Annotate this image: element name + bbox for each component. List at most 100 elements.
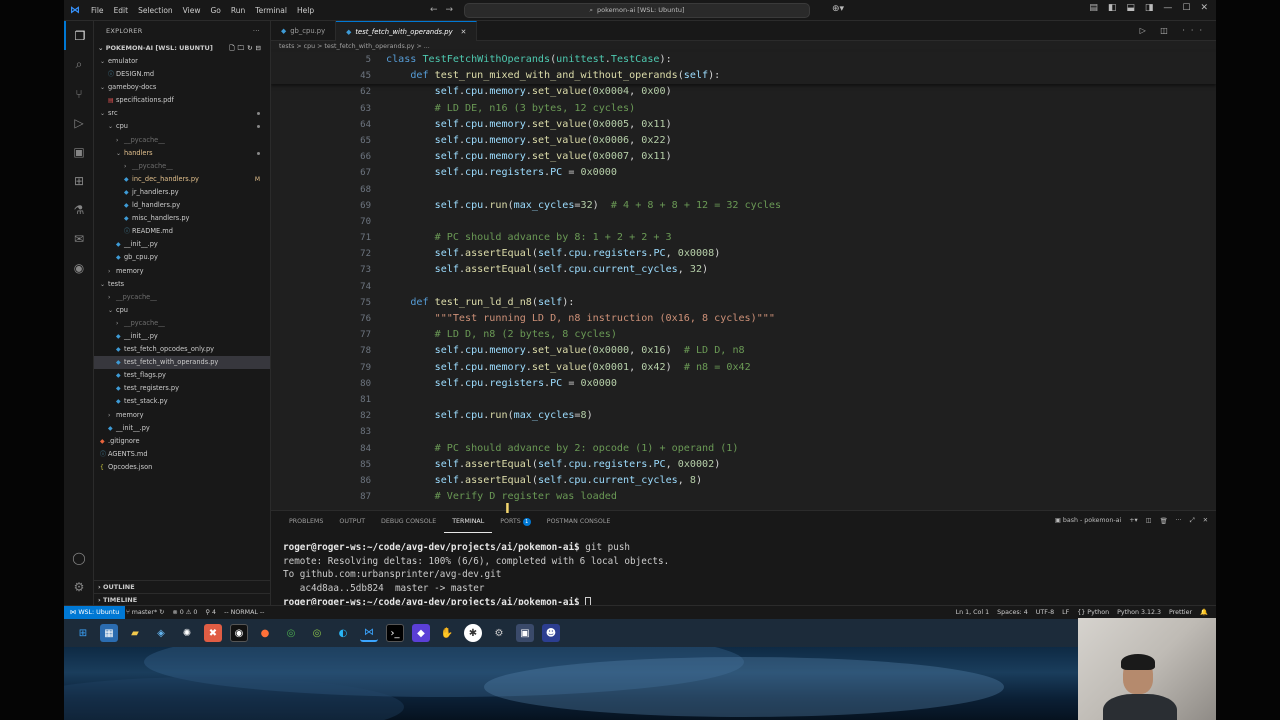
tree-file[interactable]: ◆ test_registers.py	[94, 382, 270, 395]
tree-file[interactable]: ◆ test_fetch_opcodes_only.py	[94, 343, 270, 356]
code-line[interactable]: 63 # LD DE, n16 (3 bytes, 12 cycles)	[271, 101, 1216, 117]
tree-folder[interactable]: ⌄ cpu	[94, 304, 270, 317]
github-desktop-icon[interactable]: ◉	[230, 624, 248, 642]
terminal-output[interactable]: roger@roger-ws:~/code/avg-dev/projects/a…	[271, 533, 1216, 609]
postman-icon[interactable]: ✉	[64, 224, 94, 253]
panel-tab-debug-console[interactable]: DEBUG CONSOLE	[373, 511, 444, 533]
tree-file[interactable]: ◆ test_flags.py	[94, 369, 270, 382]
edge-icon[interactable]: ◐	[334, 624, 352, 642]
search-view-icon[interactable]: ⌕	[64, 50, 94, 79]
app-icon-red[interactable]: ✖	[204, 624, 222, 642]
menu-item-terminal[interactable]: Terminal	[250, 6, 292, 15]
maximize-panel-icon[interactable]: ⤢	[1190, 517, 1195, 525]
code-line[interactable]: 74	[271, 279, 1216, 295]
slack-icon[interactable]: ✱	[464, 624, 482, 642]
chrome-dev-icon[interactable]: ◎	[308, 624, 326, 642]
more-icon[interactable]: ···	[1176, 517, 1182, 525]
code-line[interactable]: 68	[271, 182, 1216, 198]
close-panel-icon[interactable]: ✕	[1203, 517, 1208, 525]
copilot-icon[interactable]: ⊕▾	[832, 4, 844, 14]
obsidian-icon[interactable]: ◆	[412, 624, 430, 642]
tree-folder[interactable]: › memory	[94, 409, 270, 422]
extensions-icon[interactable]: ⊞	[64, 166, 94, 195]
status-item[interactable]: Spaces: 4	[997, 606, 1028, 619]
tree-folder[interactable]: ⌄ cpu	[94, 120, 270, 133]
status-item[interactable]: Ln 1, Col 1	[956, 606, 990, 619]
kill-terminal-icon[interactable]: 🗑	[1160, 517, 1168, 525]
remote-explorer-icon[interactable]: ▣	[64, 137, 94, 166]
code-line[interactable]: 64 self.cpu.memory.set_value(0x0005, 0x1…	[271, 117, 1216, 133]
settings-gear-icon[interactable]: ⚙	[64, 572, 94, 601]
accounts-icon[interactable]: ◯	[64, 543, 94, 572]
panel-tab-postman-console[interactable]: POSTMAN CONSOLE	[539, 511, 619, 533]
menu-item-selection[interactable]: Selection	[133, 6, 178, 15]
code-line[interactable]: 65 self.cpu.memory.set_value(0x0006, 0x2…	[271, 133, 1216, 149]
menu-item-help[interactable]: Help	[292, 6, 319, 15]
terminal-taskbar-icon[interactable]: ›_	[386, 624, 404, 642]
file-explorer-icon[interactable]: ▰	[126, 624, 144, 642]
tree-file[interactable]: ⓘ DESIGN.md	[94, 68, 270, 81]
tree-file[interactable]: ◆ ld_handlers.py	[94, 199, 270, 212]
more-actions-icon[interactable]: ···	[253, 21, 260, 41]
firefox-icon[interactable]: ●	[256, 624, 274, 642]
hand-icon[interactable]: ✋	[438, 624, 456, 642]
code-line[interactable]: 82 self.cpu.run(max_cycles=8)	[271, 408, 1216, 424]
editor-actions[interactable]: ▷ ◫ ···	[1140, 26, 1208, 35]
photos-icon[interactable]: ▦	[100, 624, 118, 642]
tree-file[interactable]: ◆ misc_handlers.py	[94, 212, 270, 225]
minimize-icon[interactable]: —	[1163, 3, 1172, 13]
copilot-app-icon[interactable]: ◈	[152, 624, 170, 642]
code-line[interactable]: 70	[271, 214, 1216, 230]
editor-tab[interactable]: ◆ test_fetch_with_operands.py ✕	[336, 21, 478, 41]
menu-item-file[interactable]: File	[86, 6, 109, 15]
tree-folder[interactable]: › __pycache__	[94, 291, 270, 304]
tree-file[interactable]: ▤ specifications.pdf	[94, 94, 270, 107]
toggle-panel-icon[interactable]: ⬓	[1126, 3, 1135, 13]
tree-folder[interactable]: › __pycache__	[94, 317, 270, 330]
menu-item-edit[interactable]: Edit	[109, 6, 134, 15]
command-center[interactable]: ⌕ pokemon-ai [WSL: Ubuntu]	[464, 3, 810, 18]
timeline-section[interactable]: › TIMELINE	[94, 593, 270, 605]
tree-folder[interactable]: ⌄ tests	[94, 278, 270, 291]
code-line[interactable]: 73 self.assertEqual(self.cpu.current_cyc…	[271, 262, 1216, 278]
chrome-icon[interactable]: ◎	[282, 624, 300, 642]
menu-item-run[interactable]: Run	[226, 6, 250, 15]
tree-folder[interactable]: ⌄ emulator	[94, 55, 270, 68]
tree-file[interactable]: ◆ __init__.py	[94, 330, 270, 343]
tree-file[interactable]: ◆ jr_handlers.py	[94, 186, 270, 199]
status-item[interactable]: LF	[1062, 606, 1069, 619]
code-line[interactable]: 45 def test_run_mixed_with_and_without_o…	[271, 68, 1216, 84]
close-icon[interactable]: ✕	[1200, 3, 1208, 13]
code-line[interactable]: 78 self.cpu.memory.set_value(0x0000, 0x1…	[271, 343, 1216, 359]
menu-item-view[interactable]: View	[178, 6, 206, 15]
code-line[interactable]: 79 self.cpu.memory.set_value(0x0001, 0x4…	[271, 360, 1216, 376]
tree-folder[interactable]: › __pycache__	[94, 160, 270, 173]
app-icon-photo[interactable]: ▣	[516, 624, 534, 642]
panel-tab-terminal[interactable]: TERMINAL	[444, 511, 493, 533]
tree-file[interactable]: ◆ __init__.py	[94, 422, 270, 435]
testing-icon[interactable]: ⚗	[64, 195, 94, 224]
run-debug-icon[interactable]: ▷	[64, 108, 94, 137]
status-item[interactable]: UTF-8	[1036, 606, 1054, 619]
vscode-taskbar-icon[interactable]: ⋈	[360, 624, 378, 642]
editor-tab[interactable]: ◆ gb_cpu.py	[271, 21, 337, 41]
tree-file[interactable]: ⓘ README.md	[94, 225, 270, 238]
new-terminal-icon[interactable]: +▾	[1129, 517, 1137, 525]
tree-file[interactable]: ◆ .gitignore	[94, 435, 270, 448]
source-control-icon[interactable]: ⑂	[64, 79, 94, 108]
discord-icon[interactable]: ☻	[542, 624, 560, 642]
breadcrumb[interactable]: tests > cpu > test_fetch_with_operands.p…	[271, 41, 1216, 52]
layout-icon[interactable]: ▤	[1089, 3, 1098, 13]
tree-file[interactable]: ⓘ AGENTS.md	[94, 448, 270, 461]
workspace-root[interactable]: ⌄ POKEMON-AI [WSL: UBUNTU] 🗋🗀↻⊟	[94, 41, 270, 55]
code-line[interactable]: 77 # LD D, n8 (2 bytes, 8 cycles)	[271, 327, 1216, 343]
code-line[interactable]: 84 # PC should advance by 2: opcode (1) …	[271, 441, 1216, 457]
tree-file[interactable]: ◆ test_stack.py	[94, 395, 270, 408]
code-lines[interactable]: 62 self.cpu.memory.set_value(0x0004, 0x0…	[271, 84, 1216, 505]
tree-file[interactable]: ◆ gb_cpu.py	[94, 251, 270, 264]
remote-indicator[interactable]: ⋈ WSL: Ubuntu	[64, 606, 126, 619]
code-line[interactable]: 81	[271, 392, 1216, 408]
code-line[interactable]: 85 self.assertEqual(self.cpu.registers.P…	[271, 457, 1216, 473]
tree-folder[interactable]: › memory	[94, 265, 270, 278]
github-icon[interactable]: ◉	[64, 253, 94, 282]
